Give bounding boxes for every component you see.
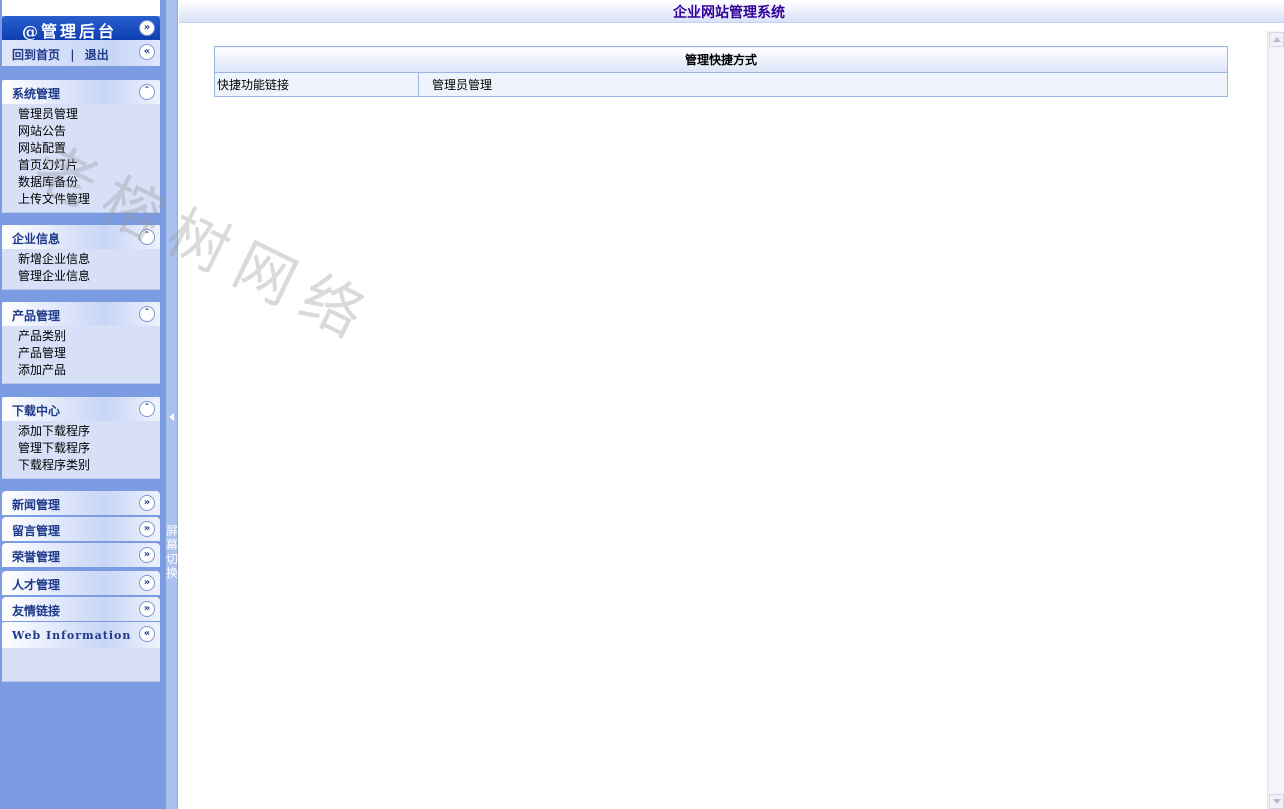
panel-links[interactable]: 友情链接 » [2, 597, 160, 621]
panel-title: 企业信息 [12, 232, 61, 246]
quick-links-table: 管理快捷方式 快捷功能链接 管理员管理 [214, 46, 1228, 97]
panel-title: Web Information [12, 629, 132, 642]
page-header: 企业网站管理系统 [179, 0, 1284, 23]
sidebar-item-backup[interactable]: 数据库备份 [18, 174, 160, 191]
home-bar: 回到首页 | 退出 « [2, 40, 160, 66]
sidebar-item-product-category[interactable]: 产品类别 [18, 328, 160, 345]
page-title: 企业网站管理系统 [673, 5, 785, 21]
panel-news[interactable]: 新闻管理 » [2, 491, 160, 515]
panel-system: 系统管理 ˆ 管理员管理 网站公告 网站配置 首页幻灯片 数据库备份 上传文件管… [2, 80, 160, 213]
sidebar: @管理后台 » 回到首页 | 退出 « 系统管理 ˆ 管理员管理 网站公告 网站… [0, 0, 166, 809]
panel-title: 下载中心 [12, 404, 61, 418]
chevron-double-left-icon[interactable]: « [139, 44, 155, 60]
screen-toggle-splitter[interactable]: 屏幕切换 [166, 0, 178, 809]
sidebar-item-manage-download[interactable]: 管理下载程序 [18, 440, 160, 457]
sidebar-item-add-download[interactable]: 添加下载程序 [18, 423, 160, 440]
scrollbar[interactable] [1267, 31, 1284, 809]
panel-web-information: Web Information « [2, 622, 160, 682]
chevron-double-down-icon[interactable]: » [139, 20, 155, 36]
sidebar-item-slides[interactable]: 首页幻灯片 [18, 157, 160, 174]
panel-company: 企业信息 ˆ 新增企业信息 管理企业信息 [2, 225, 160, 290]
panel-messages[interactable]: 留言管理 » [2, 517, 160, 541]
main-content: 企业网站管理系统 管理快捷方式 快捷功能链接 管理员管理 [179, 0, 1284, 809]
chevron-double-up-icon[interactable]: ˆ [139, 84, 155, 100]
screen-toggle-char: 换 [166, 566, 179, 580]
sidebar-item-uploads[interactable]: 上传文件管理 [18, 191, 160, 208]
screen-toggle-char: 切 [166, 552, 179, 566]
panel-products: 产品管理 ˆ 产品类别 产品管理 添加产品 [2, 302, 160, 384]
panel-header[interactable]: 系统管理 ˆ [2, 80, 160, 104]
chevron-double-up-icon[interactable]: ˆ [139, 229, 155, 245]
sidebar-brand: @管理后台 » [2, 16, 160, 41]
scroll-up-icon[interactable] [1269, 32, 1284, 47]
sidebar-top-spacer [2, 0, 160, 16]
chevron-double-up-icon[interactable]: ˆ [139, 401, 155, 417]
sidebar-item-notice[interactable]: 网站公告 [18, 123, 160, 140]
chevron-double-down-icon[interactable]: » [139, 601, 155, 617]
brand-title: @管理后台 [22, 22, 118, 41]
separator: | [70, 48, 75, 62]
quick-link-admin[interactable]: 管理员管理 [418, 72, 1228, 97]
arrow-left-icon[interactable] [169, 413, 174, 421]
panel-title: 系统管理 [12, 87, 61, 101]
panel-title: 留言管理 [12, 524, 61, 538]
sidebar-item-config[interactable]: 网站配置 [18, 140, 160, 157]
chevron-double-down-icon[interactable]: » [139, 495, 155, 511]
chevron-double-down-icon[interactable]: » [139, 547, 155, 563]
scroll-down-icon[interactable] [1269, 794, 1284, 809]
home-links: 回到首页 | 退出 [12, 46, 109, 63]
sidebar-item-admin[interactable]: 管理员管理 [18, 106, 160, 123]
screen-toggle-char: 屏 [166, 524, 179, 538]
panel-title: 友情链接 [12, 604, 61, 618]
panel-downloads: 下载中心 ˆ 添加下载程序 管理下载程序 下载程序类别 [2, 397, 160, 479]
screen-toggle-char: 幕 [166, 538, 179, 552]
logout-link[interactable]: 退出 [85, 48, 109, 62]
panel-title: 产品管理 [12, 309, 61, 323]
panel-title: 人才管理 [12, 578, 61, 592]
panel-header[interactable]: Web Information « [2, 622, 160, 648]
screen-toggle-label: 屏幕切换 [166, 524, 178, 580]
panel-title: 新闻管理 [12, 498, 61, 512]
home-link[interactable]: 回到首页 [12, 48, 60, 62]
sidebar-item-download-category[interactable]: 下载程序类别 [18, 457, 160, 474]
panel-title: 荣誉管理 [12, 550, 61, 564]
panel-header[interactable]: 产品管理 ˆ [2, 302, 160, 326]
chevron-double-down-icon[interactable]: » [139, 575, 155, 591]
panel-honors[interactable]: 荣誉管理 » [2, 543, 160, 567]
table-row: 快捷功能链接 管理员管理 [214, 72, 1228, 97]
quick-links-label: 快捷功能链接 [214, 72, 419, 97]
sidebar-item-add-company[interactable]: 新增企业信息 [18, 251, 160, 268]
quick-links-title: 管理快捷方式 [214, 46, 1228, 73]
chevron-double-up-icon[interactable]: ˆ [139, 306, 155, 322]
panel-header[interactable]: 企业信息 ˆ [2, 225, 160, 249]
sidebar-item-manage-company[interactable]: 管理企业信息 [18, 268, 160, 285]
panel-header[interactable]: 下载中心 ˆ [2, 397, 160, 421]
panel-talent[interactable]: 人才管理 » [2, 571, 160, 595]
sidebar-item-product-manage[interactable]: 产品管理 [18, 345, 160, 362]
chevron-double-left-icon[interactable]: « [139, 626, 155, 642]
chevron-double-down-icon[interactable]: » [139, 521, 155, 537]
sidebar-item-add-product[interactable]: 添加产品 [18, 362, 160, 379]
